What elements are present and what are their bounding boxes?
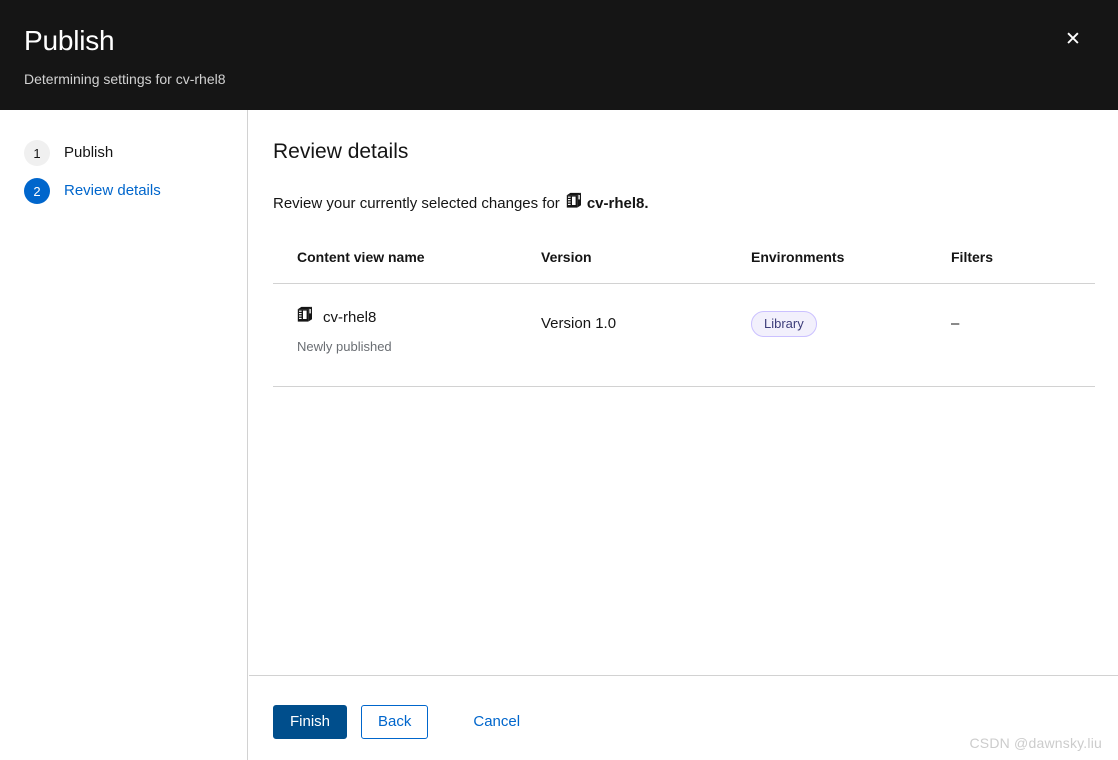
content-view-icon — [297, 306, 313, 329]
content-view-name: cv-rhel8 — [323, 308, 377, 326]
wizard-nav: 1 Publish 2 Review details — [0, 110, 248, 760]
watermark: CSDN @dawnsky.liu — [969, 735, 1102, 751]
content-view-status-text: Newly published — [297, 339, 392, 354]
modal-header: Publish Determining settings for cv-rhel… — [0, 0, 1118, 110]
table-header-row: Content view name Version Environments F… — [273, 241, 1095, 284]
review-target-name: cv-rhel8. — [586, 195, 649, 212]
finish-button[interactable]: Finish — [273, 705, 348, 739]
sidebar-item-review-details[interactable]: 2 Review details — [0, 172, 247, 210]
content-view-name-wrapper: cv-rhel8 — [297, 306, 541, 329]
content-view-table: Content view name Version Environments F… — [273, 241, 1095, 387]
column-header-version: Version — [541, 241, 751, 284]
sidebar-item-label: Review details — [64, 182, 161, 199]
column-header-environments: Environments — [751, 241, 951, 284]
section-title: Review details — [273, 140, 409, 163]
cell-filters: – — [951, 283, 1095, 387]
page-title: Publish — [24, 25, 115, 56]
footer-actions: Finish Back Cancel — [273, 705, 537, 739]
wizard-body: 1 Publish 2 Review details Review detail… — [0, 110, 1118, 760]
table-row: cv-rhel8 Newly published Version 1.0 Lib… — [273, 283, 1095, 387]
content-inner: Review details Review your currently sel… — [273, 110, 1118, 760]
version-text: Version 1.0 — [541, 315, 617, 332]
review-description-prefix: Review your currently selected changes f… — [273, 195, 560, 212]
sidebar-item-publish[interactable]: 1 Publish — [0, 134, 247, 172]
cell-content-view-name: cv-rhel8 Newly published — [273, 283, 541, 387]
cancel-button[interactable]: Cancel — [456, 705, 537, 739]
step-number-1: 1 — [24, 140, 50, 166]
wizard-step-list: 1 Publish 2 Review details — [0, 110, 247, 210]
back-button[interactable]: Back — [361, 705, 429, 739]
close-icon[interactable]: ✕ — [1058, 25, 1088, 55]
cell-environments: Library — [751, 283, 951, 387]
cell-version: Version 1.0 — [541, 283, 751, 387]
wizard-main-panel: Review details Review your currently sel… — [249, 110, 1118, 760]
filters-text: – — [951, 315, 960, 332]
column-header-filters: Filters — [951, 241, 1095, 284]
step-number-2: 2 — [24, 178, 50, 204]
status-badge: Library — [751, 311, 817, 337]
modal-subtitle: Determining settings for cv-rhel8 — [24, 71, 226, 87]
content-view-icon — [566, 192, 582, 216]
review-description: Review your currently selected changes f… — [273, 192, 649, 216]
sidebar-item-label: Publish — [64, 144, 114, 161]
column-header-content-view-name: Content view name — [273, 241, 541, 284]
